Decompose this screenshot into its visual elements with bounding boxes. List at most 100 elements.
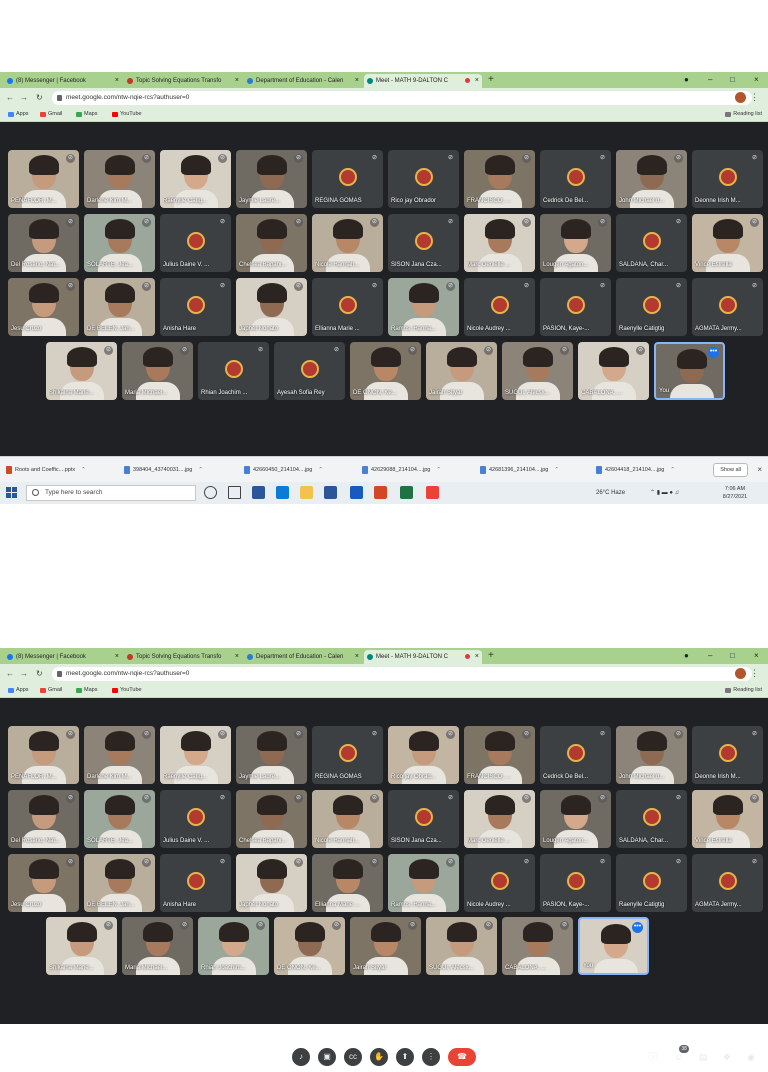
show-all-button[interactable]: Show all <box>713 463 748 477</box>
participant-tile[interactable]: Anisha Hare ⊘ <box>160 854 231 912</box>
tab-close-icon[interactable]: × <box>115 74 119 88</box>
meeting-info-icon[interactable]: ⓘ <box>646 1050 660 1064</box>
chevron-up-icon[interactable]: ⌃ <box>81 467 86 473</box>
chevron-up-icon[interactable]: ⌃ <box>670 467 675 473</box>
participant-tile[interactable]: Jesu Cruzo ⊘ <box>8 854 79 912</box>
participant-tile[interactable]: Jesu Cruzo ⊘ <box>8 278 79 336</box>
forward-button[interactable]: → <box>20 92 28 104</box>
participant-tile[interactable]: Del Rosario, Nat... ⊘ <box>8 790 79 848</box>
bookmark-item[interactable]: Apps <box>8 108 29 121</box>
participant-tile[interactable]: Raenylle Catig... ⊘ <box>160 150 231 208</box>
chat-icon[interactable]: ▤ <box>696 1050 710 1064</box>
participant-tile[interactable]: John Michael d... ⊘ <box>616 726 687 784</box>
maximize-button[interactable]: □ <box>730 73 735 87</box>
participant-tile[interactable]: CABALONA, ... ⊘ <box>502 917 573 975</box>
taskbar-search-input[interactable]: Type here to search <box>26 485 196 501</box>
tab-close-icon[interactable]: × <box>235 650 239 664</box>
tab-close-icon[interactable]: × <box>115 650 119 664</box>
browser-menu-icon[interactable]: ⋮ <box>750 667 759 679</box>
close-window-button[interactable]: × <box>754 73 759 87</box>
close-downloads-icon[interactable]: × <box>757 463 762 477</box>
participant-tile[interactable]: Ramos, Hanna... ⊘ <box>388 854 459 912</box>
maximize-button[interactable]: □ <box>730 649 735 663</box>
participant-tile[interactable]: Shikaina Marie... ⊘ <box>46 342 117 400</box>
cortana-icon[interactable] <box>204 486 217 499</box>
chevron-up-icon[interactable]: ⌃ <box>318 467 323 473</box>
taskbar-clock[interactable]: 7:06 AM 8/27/2021 <box>716 485 754 501</box>
activities-icon[interactable]: ❖ <box>720 1050 734 1064</box>
participant-tile[interactable]: Ellianna Marie ... ⊘ <box>312 854 383 912</box>
raise-hand-button[interactable]: ✋ <box>370 1048 388 1066</box>
minimize-button[interactable]: – <box>708 649 712 663</box>
participant-tile[interactable]: Ramos, Hanna... ⊘ <box>388 278 459 336</box>
browser-tab[interactable]: Meet - MATH 9-DALTON C × <box>364 650 482 664</box>
participant-tile[interactable]: Rico jay Obrador ⊘ <box>388 150 459 208</box>
close-window-button[interactable]: × <box>754 649 759 663</box>
powerpoint-icon[interactable] <box>374 486 387 499</box>
back-button[interactable]: ← <box>6 92 14 104</box>
participant-tile[interactable]: Japhet Nonato ⊘ <box>236 854 307 912</box>
tab-close-icon[interactable]: × <box>475 74 479 88</box>
participant-tile[interactable]: Japhet Nonato ⊘ <box>236 278 307 336</box>
profile-avatar[interactable] <box>735 668 746 679</box>
reload-button[interactable]: ↻ <box>36 668 43 680</box>
participant-tile[interactable]: Darlene Kim M... ⊘ <box>84 726 155 784</box>
self-video-tile[interactable]: You ••• <box>578 917 649 975</box>
participant-tile[interactable]: Raenylle Catigtig ⊘ <box>616 854 687 912</box>
edge-icon[interactable] <box>276 486 289 499</box>
bookmark-item[interactable]: Reading list <box>725 108 762 121</box>
participant-tile[interactable]: SUGUI, Alecsx... ⊘ <box>426 917 497 975</box>
end-call-button[interactable]: ☎ <box>448 1048 476 1066</box>
new-tab-button[interactable]: + <box>488 73 494 87</box>
participant-tile[interactable]: Darlene Kim M... ⊘ <box>84 150 155 208</box>
participant-tile[interactable]: Vince Estrella ⊘ <box>692 214 763 272</box>
browser-menu-icon[interactable]: ⋮ <box>750 91 759 103</box>
participant-tile[interactable]: SOLARTE, Jea... ⊘ <box>84 790 155 848</box>
browser-tab[interactable]: (8) Messenger | Facebook × <box>4 650 122 664</box>
camera-button[interactable]: ▣ <box>318 1048 336 1066</box>
excel-icon[interactable] <box>400 486 413 499</box>
participant-tile[interactable]: FRANCISCO, ... ⊘ <box>464 726 535 784</box>
browser-tab[interactable]: Meet - MATH 9-DALTON C × <box>364 74 482 88</box>
chevron-up-icon[interactable]: ⌃ <box>436 467 441 473</box>
weather-indicator[interactable]: 26°C Haze <box>596 482 625 504</box>
participant-tile[interactable]: REGINA GOMAS ⊘ <box>312 726 383 784</box>
participant-tile[interactable]: DE BELEN, Jan... ⊘ <box>84 278 155 336</box>
bookmark-item[interactable]: Maps <box>76 108 97 121</box>
browser-tab[interactable]: Topic Solving Equations Transfo × <box>124 650 242 664</box>
participant-tile[interactable]: Maria Michael... ⊘ <box>122 917 193 975</box>
self-video-tile[interactable]: You ••• <box>654 342 725 400</box>
participant-tile[interactable]: Chelsea Bapani... ⊘ <box>236 790 307 848</box>
task-view-icon[interactable] <box>228 486 241 499</box>
participant-tile[interactable]: Jaymie Laure... ⊘ <box>236 150 307 208</box>
bookmark-item[interactable]: YouTube <box>112 684 142 697</box>
host-controls-icon[interactable]: ◉ <box>744 1050 758 1064</box>
download-item[interactable]: 42629088_214104....jpg ⌃ <box>362 463 441 477</box>
participant-tile[interactable]: Ayesah Sofia Rey ⊘ <box>274 342 345 400</box>
participant-tile[interactable]: Julius Daine V. ... ⊘ <box>160 214 231 272</box>
participant-tile[interactable]: Rhian Joachim... ⊘ <box>198 917 269 975</box>
participant-tile[interactable]: Deonne Irish M... ⊘ <box>692 150 763 208</box>
more-options-icon[interactable]: ••• <box>708 347 719 358</box>
bookmark-item[interactable]: Gmail <box>40 684 62 697</box>
participant-tile[interactable]: Jairah Sityar ⊘ <box>350 917 421 975</box>
url-bar[interactable]: meet.google.com/ntw-nqie-rcs?authuser=0☆ <box>52 667 752 681</box>
participant-tile[interactable]: PASION, Kaye-... ⊘ <box>540 278 611 336</box>
participant-tile[interactable]: AGMATA Jermy... ⊘ <box>692 278 763 336</box>
participant-tile[interactable]: Lougen Agaton... ⊘ <box>540 790 611 848</box>
participant-tile[interactable]: AGMATA Jermy... ⊘ <box>692 854 763 912</box>
microphone-button[interactable]: ♪ <box>292 1048 310 1066</box>
participant-tile[interactable]: SISON Jana Cza... ⊘ <box>388 790 459 848</box>
url-bar[interactable]: meet.google.com/ntw-nqie-rcs?authuser=0☆ <box>52 91 752 105</box>
participant-tile[interactable]: Raenylle Catigtig ⊘ <box>616 278 687 336</box>
participant-tile[interactable]: Nicole Audrey ... ⊘ <box>464 854 535 912</box>
bookmark-item[interactable]: Gmail <box>40 108 62 121</box>
browser-tab[interactable]: Topic Solving Equations Transfo × <box>124 74 242 88</box>
participant-tile[interactable]: SALDAÑA, Char... ⊘ <box>616 790 687 848</box>
participant-tile[interactable]: Jaymie Laure... ⊘ <box>236 726 307 784</box>
windows-start-icon[interactable] <box>6 487 17 498</box>
file-explorer-icon[interactable] <box>300 486 313 499</box>
download-item[interactable]: 42660450_214104....jpg ⌃ <box>244 463 323 477</box>
browser-tab[interactable]: Department of Education - Calen × <box>244 650 362 664</box>
profile-avatar[interactable] <box>735 92 746 103</box>
